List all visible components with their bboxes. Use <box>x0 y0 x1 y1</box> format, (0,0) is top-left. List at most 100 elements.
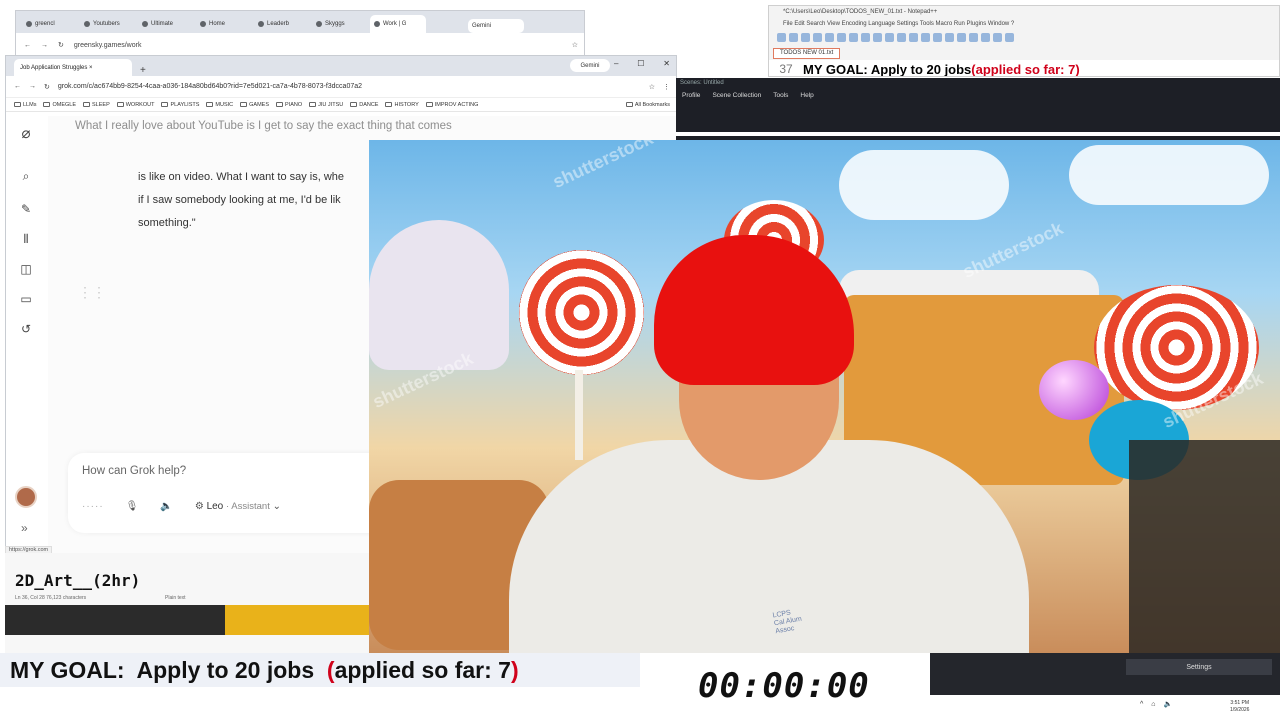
back-arrow-icon[interactable]: ← <box>24 42 31 49</box>
reload-icon[interactable]: ↻ <box>44 83 50 91</box>
browser-tab[interactable]: Skyggs <box>312 15 368 33</box>
bookmark-folder[interactable]: DANCE <box>350 102 378 108</box>
toolbar-play-icon[interactable] <box>993 33 1002 42</box>
toolbar-redo-icon[interactable] <box>897 33 906 42</box>
toolbar-replace-icon[interactable] <box>921 33 930 42</box>
window-title: *C:\Users\Leo\Desktop\TODOS_NEW_01.txt -… <box>783 9 938 15</box>
browser-tab-active[interactable]: Job Application Struggles × <box>14 59 132 76</box>
reload-icon[interactable]: ↻ <box>58 41 64 49</box>
maximize-icon[interactable]: ☐ <box>637 59 644 68</box>
projects-icon[interactable]: ▭ <box>18 291 34 307</box>
menu-item[interactable]: Scene Collection <box>712 92 761 99</box>
toolbar-close-icon[interactable] <box>825 33 834 42</box>
history-icon[interactable]: ↺ <box>18 321 34 337</box>
notepad-line[interactable]: 2D_Art__(2hr) <box>15 571 140 590</box>
star-icon[interactable]: ☆ <box>649 83 655 91</box>
toolbar-wrap-icon[interactable] <box>957 33 966 42</box>
bookmark-folder[interactable]: MUSIC <box>206 102 233 108</box>
status-bar: Ln 36, Col 28 76,123 characters <box>15 595 87 601</box>
search-icon[interactable]: ⌕ <box>18 168 34 184</box>
gemini-button[interactable]: Gemini <box>468 19 524 33</box>
obs-window: Scenes: Untitled Profile Scene Collectio… <box>676 78 1280 140</box>
toolbar-paste-icon[interactable] <box>873 33 882 42</box>
bookmark-folder[interactable]: PLAYLISTS <box>161 102 199 108</box>
menu-item[interactable]: Tools <box>773 92 788 99</box>
editor-line[interactable]: 37 MY GOAL: Apply to 20 jobs (applied so… <box>769 60 1279 76</box>
person-red-hair <box>654 235 854 385</box>
avatar[interactable] <box>15 486 37 508</box>
toolbar-copy-icon[interactable] <box>861 33 870 42</box>
voice-selector[interactable]: ⚙ Leo · Assistant ⌄ <box>195 501 281 512</box>
imagine-icon[interactable]: ◫ <box>18 261 34 277</box>
file-tab[interactable]: TODOS NEW 01.txt <box>773 48 841 59</box>
toolbar-open-icon[interactable] <box>789 33 798 42</box>
toolbar-stop-icon[interactable] <box>1005 33 1014 42</box>
bookmark-folder[interactable]: PIANO <box>276 102 302 108</box>
gemini-button[interactable]: Gemini <box>570 59 610 72</box>
toolbar-new-icon[interactable] <box>777 33 786 42</box>
address-url[interactable]: grok.com/c/ac674bb9-8254-4caa-a036-184a8… <box>58 83 641 90</box>
forward-arrow-icon[interactable]: → <box>41 42 48 49</box>
toolbar-undo-icon[interactable] <box>885 33 894 42</box>
goal-text: MY GOAL: Apply to 20 jobs <box>10 656 327 683</box>
browser-tab[interactable]: Leaderb <box>254 15 310 33</box>
toolbar-cut-icon[interactable] <box>849 33 858 42</box>
bookmark-folder[interactable]: IMPROV ACTING <box>425 102 478 108</box>
toolbar-zoom-in-icon[interactable] <box>933 33 942 42</box>
menu-bar: Profile Scene Collection Tools Help <box>676 92 814 99</box>
folder-icon <box>43 101 51 107</box>
browser-tab[interactable]: Home <box>196 15 252 33</box>
taskbar-clock[interactable]: 3:51 PM 1/9/2026 <box>1230 700 1249 714</box>
bookmark-folder[interactable]: GAMES <box>240 102 269 108</box>
browser-tab-active[interactable]: Work | G <box>370 15 426 33</box>
microphone-icon[interactable]: 🎙 <box>126 501 139 512</box>
toolbar-indent-icon[interactable] <box>969 33 978 42</box>
toolbar-macro-icon[interactable] <box>981 33 990 42</box>
toolbar-print-icon[interactable] <box>837 33 846 42</box>
toolbar-find-icon[interactable] <box>909 33 918 42</box>
all-bookmarks[interactable]: All Bookmarks <box>625 102 670 108</box>
menu-item[interactable]: Help <box>800 92 813 99</box>
menu-bar[interactable]: File Edit Search View Encoding Language … <box>769 20 1279 32</box>
bookmark-folder[interactable]: WORKOUT <box>116 102 154 108</box>
network-icon[interactable]: ⌂ <box>1151 701 1155 708</box>
browser-tab[interactable]: Youtubers <box>80 15 136 33</box>
speaker-icon[interactable]: 🔈 <box>160 501 172 512</box>
bookmark-folder[interactable]: HISTORY <box>385 102 419 108</box>
toolbar-zoom-out-icon[interactable] <box>945 33 954 42</box>
star-icon[interactable]: ☆ <box>572 41 578 49</box>
volume-icon[interactable]: 🔈 <box>1164 700 1173 708</box>
close-icon[interactable]: ✕ <box>663 59 670 68</box>
lollipop-stick <box>575 370 583 460</box>
thumbnail-preview[interactable] <box>225 605 369 635</box>
chat-composer[interactable]: How can Grok help? ····· 🎙 🔈 ⚙ Leo · Ass… <box>68 453 398 533</box>
bookmark-folder[interactable]: JIU JITSU <box>309 102 343 108</box>
browser-tab[interactable]: Ultimate <box>138 15 194 33</box>
minimize-icon[interactable]: – <box>614 59 618 68</box>
folder-icon <box>83 101 90 107</box>
compose-icon[interactable]: ✎ <box>18 201 34 217</box>
tab-favicon-icon <box>84 21 90 27</box>
settings-button[interactable]: Settings <box>1126 659 1272 675</box>
chat-input[interactable]: How can Grok help? <box>82 465 186 477</box>
folder-icon <box>161 101 169 107</box>
expand-sidebar-icon[interactable]: » <box>21 521 28 535</box>
forward-arrow-icon[interactable]: → <box>29 83 36 90</box>
bookmark-folder[interactable]: OMEGLE <box>43 102 76 108</box>
address-url[interactable]: greensky.games/work <box>74 42 562 49</box>
bookmark-folder[interactable]: SLEEP <box>83 102 110 108</box>
back-arrow-icon[interactable]: ← <box>14 83 21 90</box>
menu-item[interactable]: Profile <box>682 92 700 99</box>
toolbar-save-icon[interactable] <box>801 33 810 42</box>
browser-tab[interactable]: greencl <box>22 15 78 33</box>
new-tab-icon[interactable]: + <box>140 65 146 76</box>
voice-wave-icon[interactable]: ⦀ <box>18 231 34 247</box>
address-bar: ← → ↻ grok.com/c/ac674bb9-8254-4caa-a036… <box>6 76 676 98</box>
chevron-up-icon[interactable]: ^ <box>1140 701 1143 708</box>
menu-dots-icon[interactable]: ⋮ <box>663 83 670 91</box>
toolbar-save-all-icon[interactable] <box>813 33 822 42</box>
status-encoding: Plain text <box>165 595 186 601</box>
composer-toolbar: ····· 🎙 🔈 ⚙ Leo · Assistant ⌄ <box>82 501 281 512</box>
grok-logo-icon[interactable]: ⌀ <box>18 126 34 142</box>
bookmark-folder[interactable]: LLMs <box>14 102 36 108</box>
